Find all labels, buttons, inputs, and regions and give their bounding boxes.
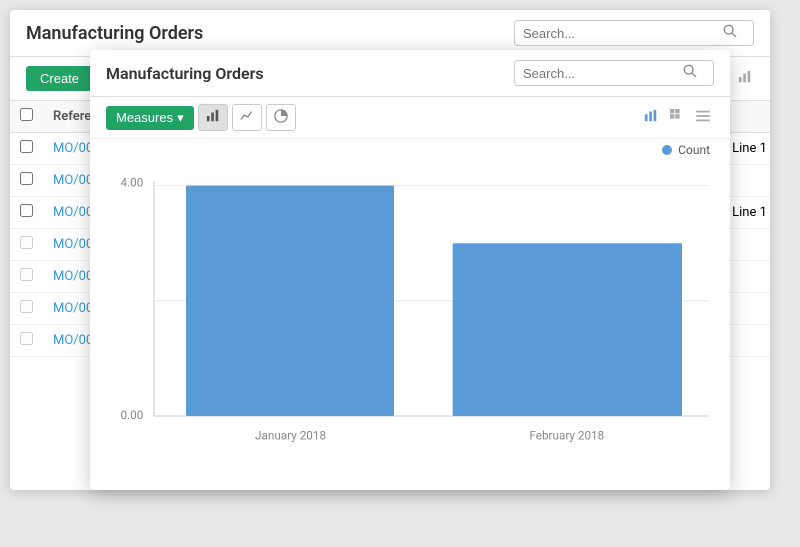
x-label-january: January 2018 [255, 428, 326, 442]
row-checkbox-cell [10, 325, 43, 357]
y-max-label: 4.00 [120, 176, 143, 190]
bar-february[interactable] [453, 243, 682, 416]
front-search-bar[interactable] [514, 60, 714, 86]
row-checkbox-cell [10, 293, 43, 325]
front-search-input[interactable] [523, 66, 683, 81]
bar-chart-button[interactable] [198, 104, 228, 131]
pie-chart-button[interactable] [266, 104, 296, 131]
chart-pivot-icon[interactable] [666, 107, 688, 129]
create-button[interactable]: Create [26, 66, 93, 91]
chart-svg-container: 4.00 0.00 January 2018 February 2018 [90, 165, 730, 475]
legend-dot [662, 145, 672, 155]
row-checkbox-cell [10, 133, 43, 165]
row-checkbox[interactable] [20, 300, 33, 313]
select-all-checkbox[interactable] [20, 108, 33, 121]
back-search-input[interactable] [523, 26, 723, 41]
x-label-february: February 2018 [529, 428, 604, 442]
front-search-icon[interactable] [683, 64, 697, 82]
back-search-bar[interactable] [514, 20, 754, 46]
row-checkbox[interactable] [20, 172, 33, 185]
row-checkbox-cell [10, 165, 43, 197]
front-window: Manufacturing Orders Measures ▾ [90, 50, 730, 490]
chart-list-icon[interactable] [692, 107, 714, 129]
row-checkbox[interactable] [20, 268, 33, 281]
back-search-icon[interactable] [723, 24, 737, 42]
front-top-bar: Manufacturing Orders [90, 50, 730, 97]
header-checkbox-col [10, 101, 43, 133]
measures-chevron-icon: ▾ [177, 110, 184, 126]
row-checkbox-cell [10, 261, 43, 293]
row-checkbox[interactable] [20, 332, 33, 345]
measures-button[interactable]: Measures ▾ [106, 106, 194, 130]
bar-january[interactable] [186, 186, 394, 416]
back-page-title: Manufacturing Orders [26, 23, 514, 44]
bar-chart-svg: 4.00 0.00 January 2018 February 2018 [90, 165, 730, 475]
legend-label: Count [678, 143, 710, 157]
y-min-label: 0.00 [120, 408, 143, 422]
row-checkbox[interactable] [20, 140, 33, 153]
chart-view-icons [640, 107, 714, 129]
graph-view-icon[interactable] [736, 68, 754, 90]
chart-toolbar: Measures ▾ [90, 97, 730, 139]
measures-label: Measures [116, 110, 173, 125]
chart-legend: Count [90, 139, 730, 157]
front-page-title: Manufacturing Orders [106, 64, 514, 83]
chart-graph-icon[interactable] [640, 107, 662, 129]
row-checkbox-cell [10, 197, 43, 229]
row-checkbox[interactable] [20, 204, 33, 217]
line-chart-button[interactable] [232, 104, 262, 131]
row-checkbox-cell [10, 229, 43, 261]
row-checkbox[interactable] [20, 236, 33, 249]
